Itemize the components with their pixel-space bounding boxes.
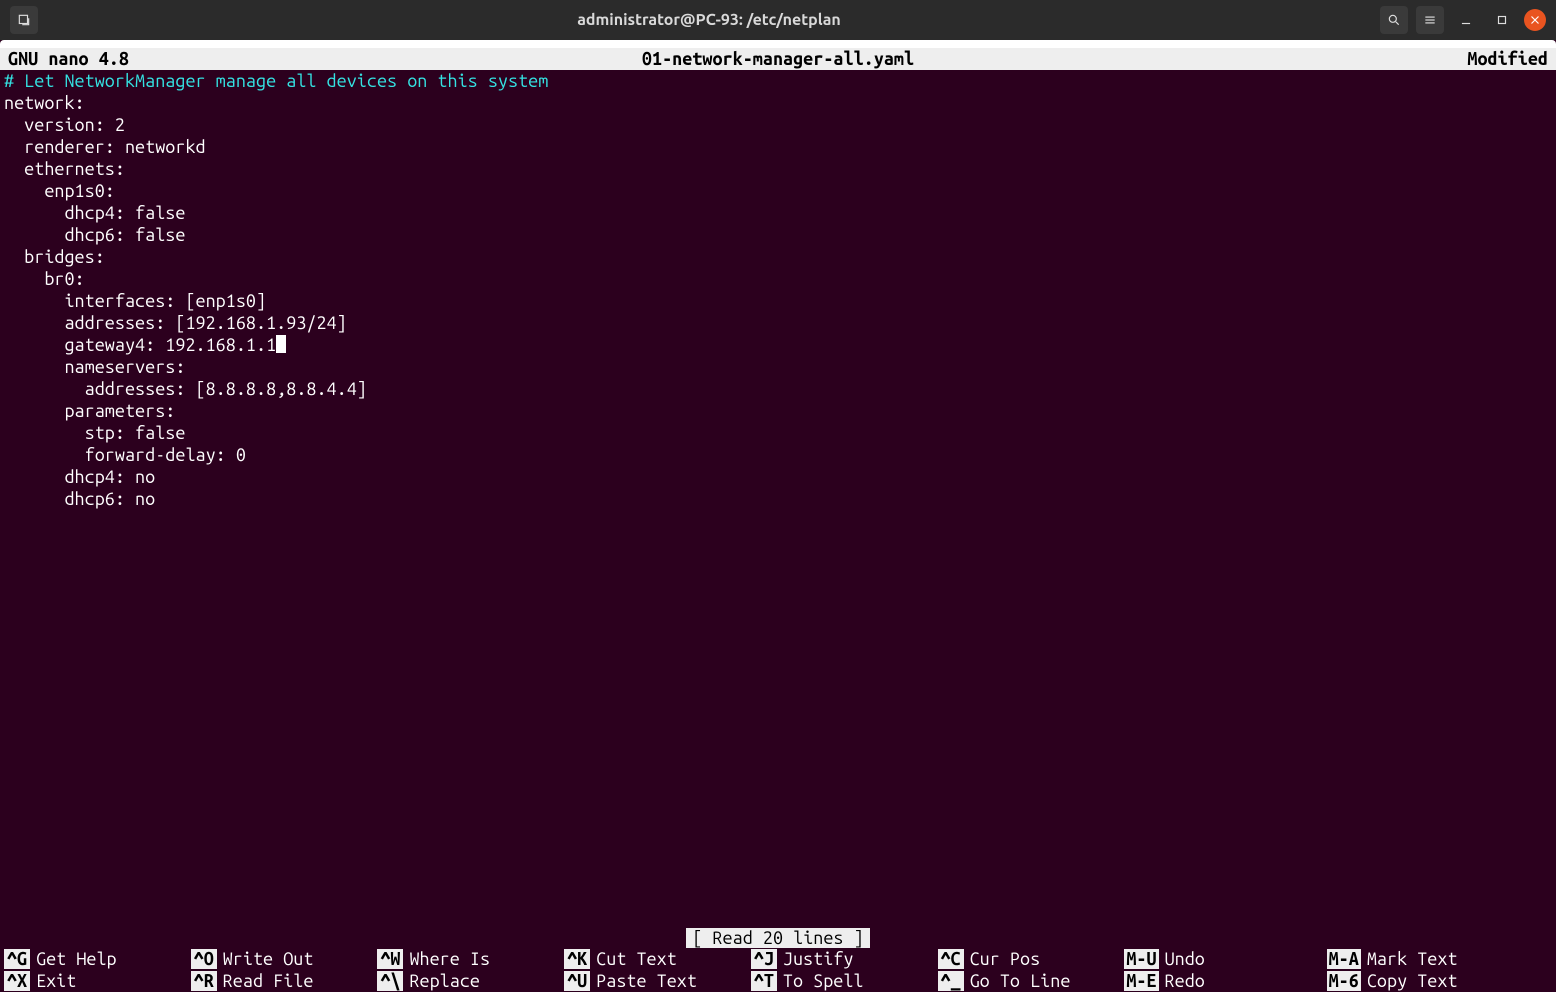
nano-status-text: [ Read 20 lines ] xyxy=(686,928,869,948)
close-button[interactable] xyxy=(1524,9,1546,31)
editor-area[interactable]: # Let NetworkManager manage all devices … xyxy=(0,70,1556,510)
shortcut-paste: ^UPaste Text xyxy=(560,970,747,992)
window-title: administrator@PC-93: /etc/netplan xyxy=(38,11,1380,29)
shortcut-whereis: ^WWhere Is xyxy=(373,948,560,970)
shortcut-help: ^GGet Help xyxy=(0,948,187,970)
search-button[interactable] xyxy=(1380,6,1408,34)
shortcut-exit: ^XExit xyxy=(0,970,187,992)
window-titlebar: administrator@PC-93: /etc/netplan xyxy=(0,0,1556,40)
yaml-content-after-cursor: nameservers: addresses: [8.8.8.8,8.8.4.4… xyxy=(4,357,367,509)
menu-button[interactable] xyxy=(1416,6,1444,34)
yaml-comment: # Let NetworkManager manage all devices … xyxy=(4,71,548,91)
shortcut-undo: M-UUndo xyxy=(1120,948,1322,970)
terminal-top-border xyxy=(0,40,1556,48)
shortcut-curpos: ^CCur Pos xyxy=(934,948,1121,970)
shortcut-readfile: ^RRead File xyxy=(187,970,374,992)
shortcut-goto: ^_Go To Line xyxy=(934,970,1121,992)
shortcut-writeout: ^OWrite Out xyxy=(187,948,374,970)
nano-filename: 01-network-manager-all.yaml xyxy=(0,49,1556,69)
shortcut-mark: M-AMark Text xyxy=(1323,948,1556,970)
nano-app-label: GNU nano 4.8 xyxy=(8,49,129,69)
new-tab-button[interactable] xyxy=(10,6,38,34)
shortcut-spell: ^TTo Spell xyxy=(747,970,934,992)
nano-status: [ Read 20 lines ] xyxy=(0,928,1556,948)
text-cursor xyxy=(276,335,286,353)
shortcut-copy: M-6Copy Text xyxy=(1323,970,1556,992)
yaml-content-before-cursor: network: version: 2 renderer: networkd e… xyxy=(4,93,347,355)
shortcut-replace: ^\Replace xyxy=(373,970,560,992)
shortcut-redo: M-ERedo xyxy=(1120,970,1322,992)
shortcut-cut: ^KCut Text xyxy=(560,948,747,970)
nano-header: GNU nano 4.8 01-network-manager-all.yaml… xyxy=(0,48,1556,70)
maximize-button[interactable] xyxy=(1488,6,1516,34)
nano-modified: Modified xyxy=(1467,49,1548,69)
nano-shortcuts: ^GGet Help ^OWrite Out ^WWhere Is ^KCut … xyxy=(0,948,1556,992)
shortcut-justify: ^JJustify xyxy=(747,948,934,970)
minimize-button[interactable] xyxy=(1452,6,1480,34)
